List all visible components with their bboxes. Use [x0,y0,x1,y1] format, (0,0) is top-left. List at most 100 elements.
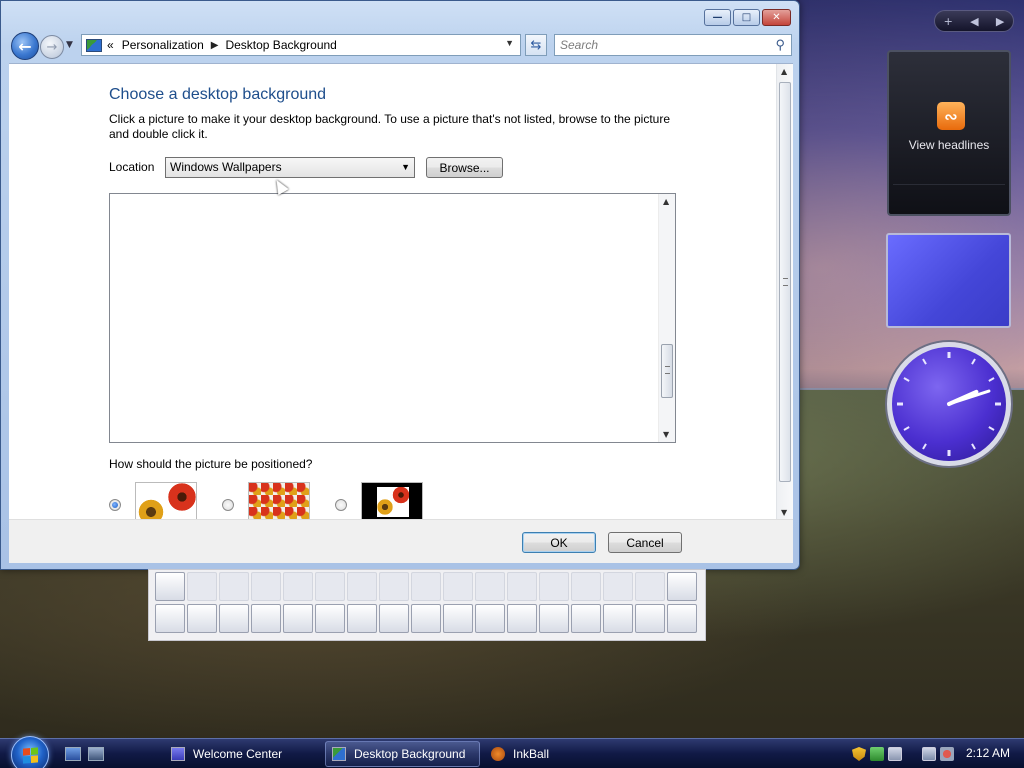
clock-tick [988,426,995,431]
refresh-icon: ⇆ [530,37,542,53]
breadcrumb-chevron-icon[interactable]: ▶ [211,40,219,51]
system-tray [852,739,954,768]
panel-key[interactable] [187,604,217,633]
panel-key [315,572,345,601]
control-panel-icon [332,747,346,761]
panel-key[interactable] [443,604,473,633]
panel-key [443,572,473,601]
radio-fit[interactable] [109,499,121,511]
panel-key [347,572,377,601]
scroll-up-icon[interactable]: ▲ [781,67,787,76]
feed-gadget-footer [893,184,1005,210]
panel-key[interactable] [251,604,281,633]
breadcrumb-item-desktop-background[interactable]: Desktop Background [225,38,336,52]
search-input[interactable]: Search ⚲ [554,34,792,56]
panel-key[interactable] [571,604,601,633]
clock-tick [903,426,910,431]
center-preview-image[interactable] [361,482,423,520]
clock-tick [922,358,927,365]
scrollbar-thumb[interactable] [661,344,673,398]
taskbar-button-inkball[interactable]: InkBall [485,741,640,767]
security-shield-icon[interactable] [852,747,866,761]
panel-key[interactable] [315,604,345,633]
panel-key[interactable] [347,604,377,633]
panel-key[interactable] [475,604,505,633]
clock-gadget[interactable] [887,342,1011,466]
panel-key[interactable] [155,604,185,633]
radio-center[interactable] [335,499,347,511]
network-connection-icon[interactable] [922,747,936,761]
browse-button[interactable]: Browse... [426,157,503,178]
panel-key[interactable] [411,604,441,633]
refresh-button[interactable]: ⇆ [525,34,547,56]
position-option-fit[interactable] [109,482,199,520]
panel-key[interactable] [155,572,185,601]
clock-tick [988,377,995,382]
panel-key[interactable] [539,604,569,633]
previous-icon[interactable]: ◀ [970,15,978,28]
switch-windows-icon[interactable] [88,747,104,761]
minimize-icon[interactable]: — [704,9,731,26]
back-button[interactable]: ← [11,32,39,60]
panel-key[interactable] [635,604,665,633]
slideshow-gadget[interactable] [886,233,1011,328]
tile-preview-image[interactable] [248,482,310,520]
search-placeholder: Search [560,38,599,52]
feed-headlines-gadget[interactable]: ∾ View headlines [887,50,1011,216]
content-pane: Choose a desktop background Click a pict… [9,63,793,520]
taskbar-button-desktop-background[interactable]: Desktop Background [325,741,480,767]
system-clock[interactable]: 2:12 AM [966,746,1010,760]
add-gadget-icon[interactable]: + [944,15,953,28]
cancel-button[interactable]: Cancel [608,532,682,553]
forward-button[interactable]: → [40,35,64,59]
panel-key[interactable] [283,604,313,633]
address-dropdown-icon[interactable]: ▼ [505,38,514,48]
panel-key[interactable] [667,572,697,601]
clock-face [897,352,1001,456]
breadcrumb-overflow[interactable]: « [107,38,114,52]
panel-key[interactable] [667,604,697,633]
chevron-down-icon: ▼ [401,162,410,172]
maximize-icon[interactable]: □ [733,9,760,26]
scroll-down-icon[interactable]: ▼ [781,508,787,517]
scroll-down-icon[interactable]: ▼ [663,430,669,439]
feed-headlines-text[interactable]: View headlines [889,138,1009,152]
panel-key [507,572,537,601]
windows-logo-icon [23,747,38,764]
scroll-up-icon[interactable]: ▲ [663,197,669,206]
position-option-tile[interactable] [222,482,312,520]
taskbar-label: Welcome Center [193,747,283,761]
position-option-center[interactable] [335,482,425,520]
key-panel [148,569,706,641]
volume-muted-icon[interactable] [940,747,954,761]
ok-button[interactable]: OK [522,532,596,553]
picture-list[interactable]: ▲ ▼ [109,193,676,443]
scrollbar-thumb[interactable] [779,82,791,482]
panel-key[interactable] [219,604,249,633]
recent-pages-dropdown-icon[interactable]: ▼ [66,40,73,50]
fit-preview-image[interactable] [135,482,197,520]
picture-list-scrollbar[interactable]: ▲ ▼ [658,194,675,442]
content-scrollbar[interactable]: ▲ ▼ [776,64,793,520]
start-button[interactable] [11,736,49,768]
address-bar[interactable]: « Personalization ▶ Desktop Background ▼ [81,34,521,56]
close-icon[interactable]: ✕ [762,9,791,26]
next-icon[interactable]: ▶ [996,15,1004,28]
panel-key [187,572,217,601]
panel-key[interactable] [379,604,409,633]
search-icon[interactable]: ⚲ [775,37,785,53]
dialog-footer: OK Cancel [9,519,793,563]
network-icon[interactable] [870,747,884,761]
panel-key[interactable] [603,604,633,633]
panel-key [251,572,281,601]
panel-key [539,572,569,601]
radio-tile[interactable] [222,499,234,511]
show-desktop-icon[interactable] [65,747,81,761]
taskbar-button-welcome-center[interactable]: Welcome Center [165,741,320,767]
location-dropdown[interactable]: Windows Wallpapers ▼ [165,157,415,178]
panel-key[interactable] [507,604,537,633]
taskbar-label: Desktop Background [354,747,466,761]
breadcrumb-item-personalization[interactable]: Personalization [122,38,204,52]
location-selected: Windows Wallpapers [170,160,282,174]
windows-update-icon[interactable] [888,747,902,761]
